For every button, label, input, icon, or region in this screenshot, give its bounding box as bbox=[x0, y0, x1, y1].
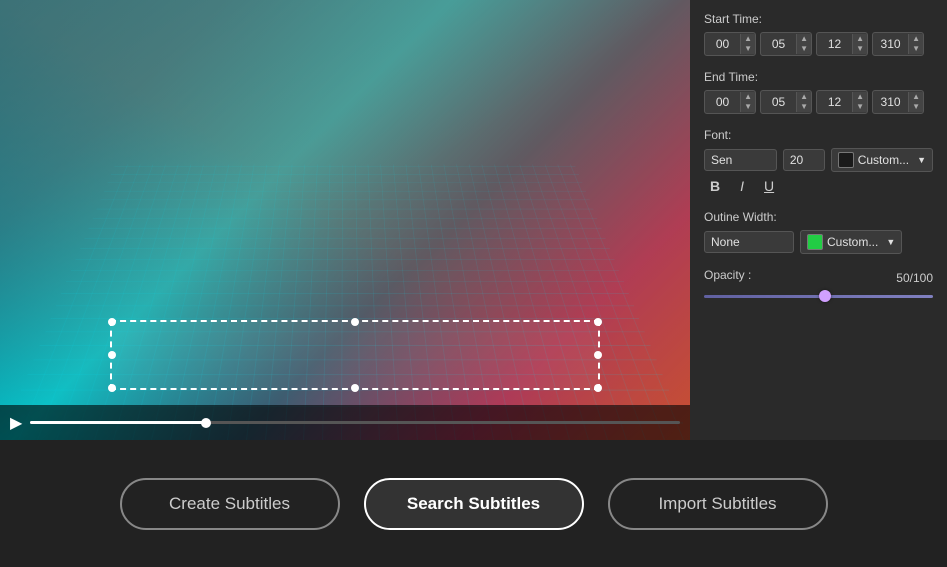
end-time-ms-value: 310 bbox=[873, 91, 908, 113]
right-panel: Start Time: 00 ▲ ▼ 05 ▲ ▼ bbox=[690, 0, 947, 440]
end-time-minutes-value: 05 bbox=[761, 91, 796, 113]
start-time-hours-value: 00 bbox=[705, 33, 740, 55]
opacity-slider-container bbox=[704, 288, 933, 304]
end-time-ms-btns: ▲ ▼ bbox=[908, 92, 923, 112]
opacity-value: 50/100 bbox=[896, 271, 933, 285]
play-button[interactable]: ▶ bbox=[10, 413, 22, 433]
start-time-ms-up[interactable]: ▲ bbox=[909, 34, 923, 44]
outline-row: None 1px 2px 3px Custom... ▼ bbox=[704, 230, 933, 254]
end-time-minutes-down[interactable]: ▼ bbox=[797, 102, 811, 112]
video-container: ▶ bbox=[0, 0, 690, 440]
selection-handle-br[interactable] bbox=[594, 384, 602, 392]
start-time-seconds[interactable]: 12 ▲ ▼ bbox=[816, 32, 868, 56]
start-time-seconds-down[interactable]: ▼ bbox=[853, 44, 867, 54]
end-time-ms-up[interactable]: ▲ bbox=[909, 92, 923, 102]
end-time-ms[interactable]: 310 ▲ ▼ bbox=[872, 90, 924, 114]
start-time-section: Start Time: 00 ▲ ▼ 05 ▲ ▼ bbox=[704, 12, 933, 56]
font-family-select[interactable]: Sen Arial Helvetica bbox=[704, 149, 777, 171]
start-time-minutes-up[interactable]: ▲ bbox=[797, 34, 811, 44]
video-controls: ▶ bbox=[0, 405, 690, 440]
start-time-hours-btns: ▲ ▼ bbox=[740, 34, 755, 54]
start-time-seconds-btns: ▲ ▼ bbox=[852, 34, 867, 54]
start-time-label: Start Time: bbox=[704, 12, 933, 26]
start-time-minutes-down[interactable]: ▼ bbox=[797, 44, 811, 54]
outline-color-arrow: ▼ bbox=[886, 237, 895, 247]
selection-handle-bm[interactable] bbox=[351, 384, 359, 392]
start-time-minutes-value: 05 bbox=[761, 33, 796, 55]
timeline-progress bbox=[30, 421, 205, 424]
selection-handle-mr[interactable] bbox=[594, 351, 602, 359]
end-time-section: End Time: 00 ▲ ▼ 05 ▲ ▼ 12 bbox=[704, 70, 933, 114]
outline-select[interactable]: None 1px 2px 3px bbox=[704, 231, 794, 253]
start-time-ms-btns: ▲ ▼ bbox=[908, 34, 923, 54]
italic-button[interactable]: I bbox=[734, 176, 750, 196]
start-time-minutes[interactable]: 05 ▲ ▼ bbox=[760, 32, 812, 56]
video-background bbox=[0, 0, 690, 440]
font-color-swatch bbox=[838, 152, 854, 168]
start-time-hours-up[interactable]: ▲ bbox=[741, 34, 755, 44]
font-size-select[interactable]: 20 16 24 32 bbox=[783, 149, 825, 171]
outline-color-label: Custom... bbox=[827, 235, 878, 249]
outline-section: Outine Width: None 1px 2px 3px Custom...… bbox=[704, 210, 933, 254]
selection-handle-bl[interactable] bbox=[108, 384, 116, 392]
import-subtitles-button[interactable]: Import Subtitles bbox=[608, 478, 828, 530]
end-time-row: 00 ▲ ▼ 05 ▲ ▼ 12 ▲ bbox=[704, 90, 933, 114]
create-subtitles-button[interactable]: Create Subtitles bbox=[120, 478, 340, 530]
opacity-label: Opacity : bbox=[704, 268, 751, 282]
end-time-hours-value: 00 bbox=[705, 91, 740, 113]
opacity-slider-track[interactable] bbox=[704, 295, 933, 298]
selection-handle-tl[interactable] bbox=[108, 318, 116, 326]
main-area: ▶ Start Time: 00 ▲ ▼ 05 bbox=[0, 0, 947, 440]
opacity-section: Opacity : 50/100 bbox=[704, 268, 933, 304]
start-time-ms-down[interactable]: ▼ bbox=[909, 44, 923, 54]
timeline-bar[interactable] bbox=[30, 421, 680, 424]
search-subtitles-button[interactable]: Search Subtitles bbox=[364, 478, 584, 530]
start-time-minutes-btns: ▲ ▼ bbox=[796, 34, 811, 54]
font-row: Sen Arial Helvetica 20 16 24 32 Custom..… bbox=[704, 148, 933, 172]
end-time-minutes-up[interactable]: ▲ bbox=[797, 92, 811, 102]
bottom-bar: Create Subtitles Search Subtitles Import… bbox=[0, 440, 947, 567]
start-time-ms-value: 310 bbox=[873, 33, 908, 55]
outline-color-swatch bbox=[807, 234, 823, 250]
subtitle-selection-box[interactable] bbox=[110, 320, 600, 390]
end-time-hours[interactable]: 00 ▲ ▼ bbox=[704, 90, 756, 114]
start-time-seconds-value: 12 bbox=[817, 33, 852, 55]
start-time-hours-down[interactable]: ▼ bbox=[741, 44, 755, 54]
font-color-picker[interactable]: Custom... ▼ bbox=[831, 148, 933, 172]
opacity-label-row: Opacity : 50/100 bbox=[704, 268, 933, 288]
tunnel-lines bbox=[0, 165, 690, 440]
end-time-minutes[interactable]: 05 ▲ ▼ bbox=[760, 90, 812, 114]
start-time-ms[interactable]: 310 ▲ ▼ bbox=[872, 32, 924, 56]
end-time-seconds-value: 12 bbox=[817, 91, 852, 113]
start-time-seconds-up[interactable]: ▲ bbox=[853, 34, 867, 44]
end-time-seconds-btns: ▲ ▼ bbox=[852, 92, 867, 112]
underline-button[interactable]: U bbox=[758, 176, 780, 196]
end-time-seconds-up[interactable]: ▲ bbox=[853, 92, 867, 102]
opacity-slider-thumb[interactable] bbox=[819, 290, 831, 302]
end-time-seconds[interactable]: 12 ▲ ▼ bbox=[816, 90, 868, 114]
bold-button[interactable]: B bbox=[704, 176, 726, 196]
end-time-hours-btns: ▲ ▼ bbox=[740, 92, 755, 112]
end-time-ms-down[interactable]: ▼ bbox=[909, 102, 923, 112]
font-color-arrow: ▼ bbox=[917, 155, 926, 165]
selection-handle-ml[interactable] bbox=[108, 351, 116, 359]
selection-handle-tr[interactable] bbox=[594, 318, 602, 326]
font-color-label: Custom... bbox=[858, 153, 909, 167]
font-label: Font: bbox=[704, 128, 933, 142]
start-time-hours[interactable]: 00 ▲ ▼ bbox=[704, 32, 756, 56]
end-time-hours-up[interactable]: ▲ bbox=[741, 92, 755, 102]
timeline-dot bbox=[201, 418, 211, 428]
start-time-row: 00 ▲ ▼ 05 ▲ ▼ 12 ▲ bbox=[704, 32, 933, 56]
selection-handle-tm[interactable] bbox=[351, 318, 359, 326]
outline-label: Outine Width: bbox=[704, 210, 933, 224]
end-time-hours-down[interactable]: ▼ bbox=[741, 102, 755, 112]
format-row: B I U bbox=[704, 176, 933, 196]
end-time-minutes-btns: ▲ ▼ bbox=[796, 92, 811, 112]
font-section: Font: Sen Arial Helvetica 20 16 24 32 Cu… bbox=[704, 128, 933, 196]
end-time-label: End Time: bbox=[704, 70, 933, 84]
end-time-seconds-down[interactable]: ▼ bbox=[853, 102, 867, 112]
outline-color-picker[interactable]: Custom... ▼ bbox=[800, 230, 902, 254]
